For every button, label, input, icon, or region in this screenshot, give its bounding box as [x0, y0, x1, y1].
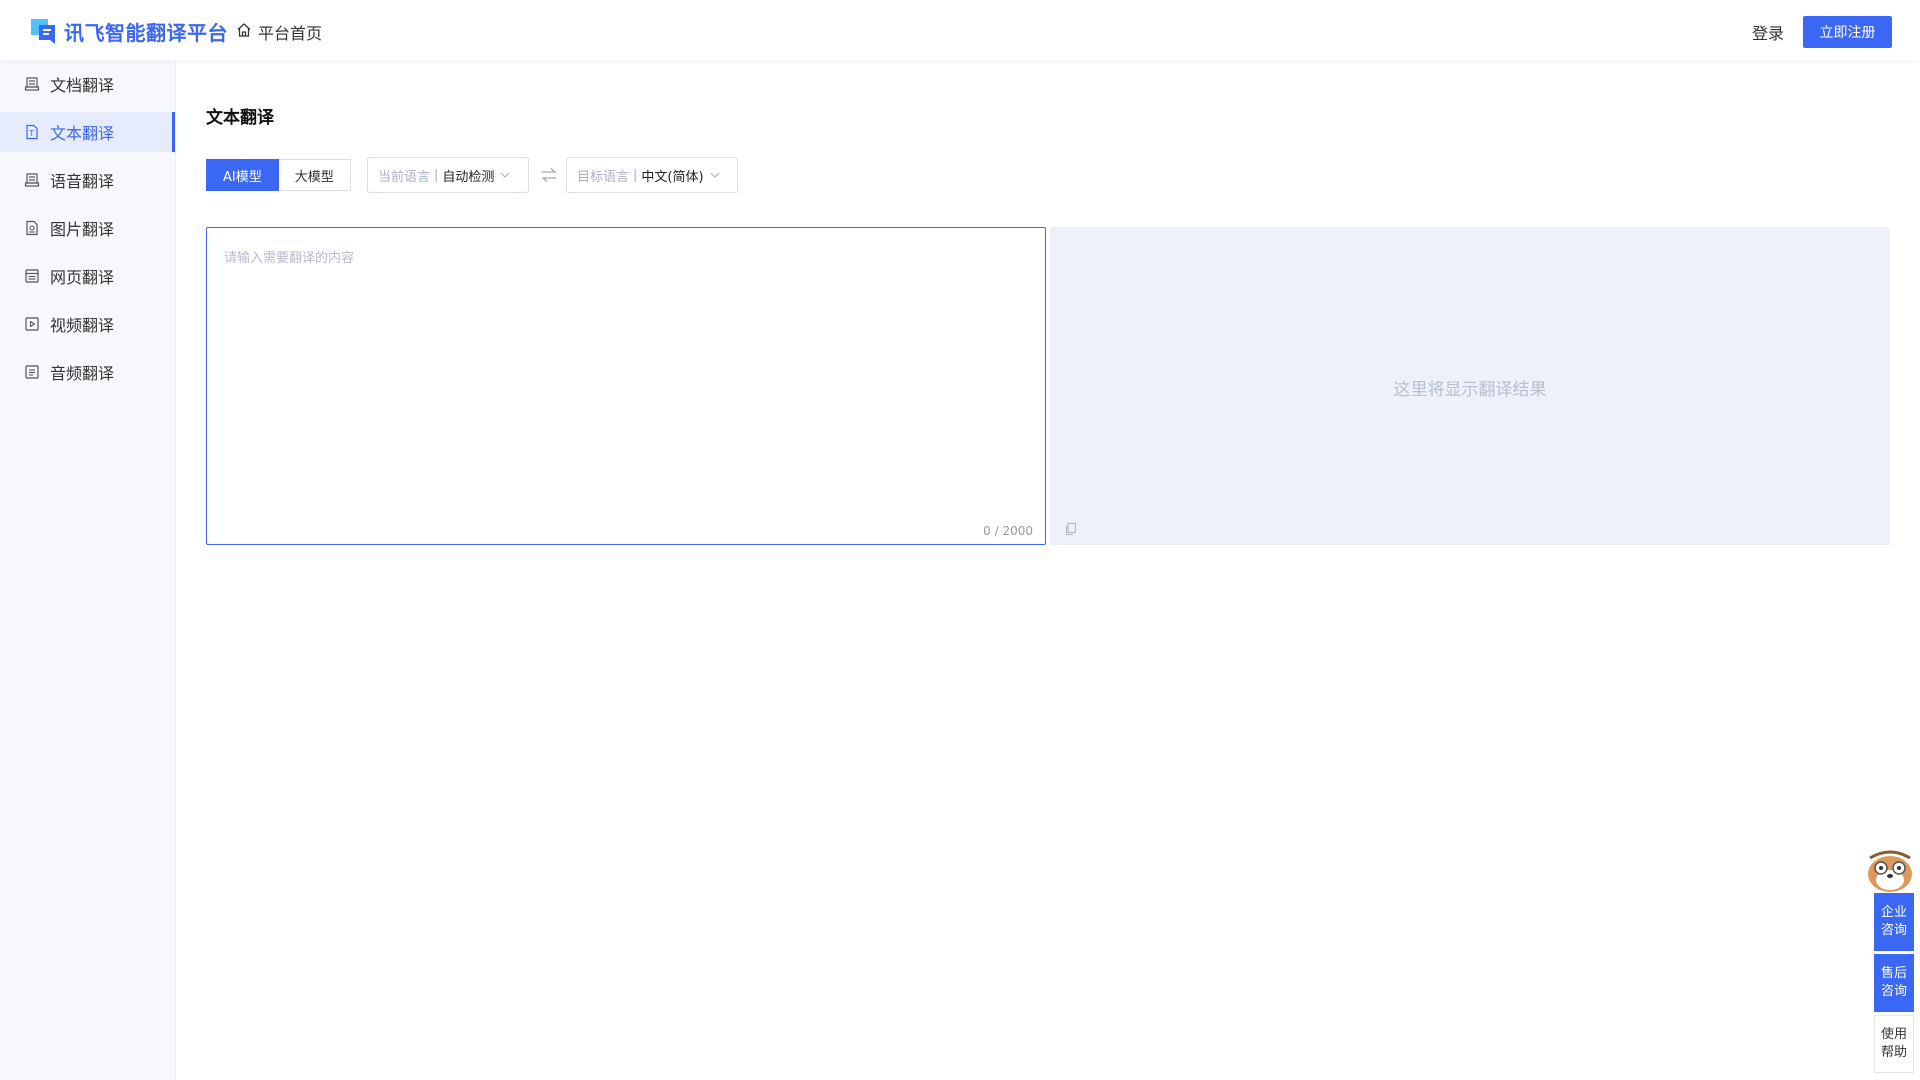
document-translate-icon [24, 76, 40, 92]
sidebar-item-label: 文本翻译 [50, 124, 115, 143]
chevron-down-icon [710, 171, 720, 179]
divider: | [633, 167, 638, 183]
after-sales-consult-button[interactable]: 售后咨询 [1874, 954, 1914, 1012]
target-language-value: 中文(简体) [641, 169, 704, 185]
swap-language-icon[interactable] [540, 167, 558, 183]
image-translate-icon [24, 220, 40, 236]
home-label: 平台首页 [258, 24, 323, 43]
home-link[interactable]: 平台首页 [236, 20, 322, 44]
sidebar-item-voice[interactable]: 语音翻译 [0, 160, 175, 200]
top-header: 讯飞智能翻译平台 平台首页 登录 立即注册 [0, 0, 1920, 60]
source-text-input[interactable] [222, 245, 1026, 509]
sidebar-item-text[interactable]: T 文本翻译 [0, 112, 175, 152]
tab-large-model[interactable]: 大模型 [278, 159, 351, 191]
target-language-select[interactable]: 目标语言 | 中文(简体) [566, 157, 738, 193]
sidebar-item-audio[interactable]: 音频翻译 [0, 352, 175, 392]
sidebar-item-label: 语音翻译 [50, 172, 115, 191]
target-language-label: 目标语言 [577, 169, 630, 185]
sidebar-item-document[interactable]: 文档翻译 [0, 64, 175, 104]
source-text-box: 0 / 2000 [206, 227, 1046, 545]
output-placeholder: 这里将显示翻译结果 [1393, 380, 1547, 400]
home-icon [236, 22, 258, 42]
copy-icon[interactable] [1064, 521, 1078, 536]
login-link[interactable]: 登录 [1752, 20, 1784, 44]
platform-logo[interactable]: 讯飞智能翻译平台 [28, 16, 228, 46]
translation-output-box: 这里将显示翻译结果 [1050, 227, 1890, 545]
logo-icon [28, 16, 58, 46]
sidebar-item-image[interactable]: 图片翻译 [0, 208, 175, 248]
page-title: 文本翻译 [206, 108, 274, 128]
sidebar-item-label: 视频翻译 [50, 316, 115, 335]
sidebar-item-label: 文档翻译 [50, 76, 115, 95]
source-language-label: 当前语言 [378, 169, 431, 185]
enterprise-consult-button[interactable]: 企业咨询 [1874, 893, 1914, 951]
character-counter: 0 / 2000 [983, 524, 1033, 538]
sidebar-item-label: 网页翻译 [50, 268, 115, 287]
sidebar-item-label: 音频翻译 [50, 364, 115, 383]
voice-translate-icon [24, 172, 40, 188]
tab-ai-model[interactable]: AI模型 [206, 159, 279, 191]
sidebar: 文档翻译 T 文本翻译 语音翻译 图片翻译 网页翻译 视频翻译 音频翻译 [0, 60, 176, 1080]
video-translate-icon [24, 316, 40, 332]
svg-text:T: T [28, 129, 34, 138]
chevron-down-icon [500, 171, 510, 179]
sidebar-item-label: 图片翻译 [50, 220, 115, 239]
audio-translate-icon [24, 364, 40, 380]
sidebar-item-video[interactable]: 视频翻译 [0, 304, 175, 344]
register-button[interactable]: 立即注册 [1803, 16, 1892, 48]
source-language-select[interactable]: 当前语言 | 自动检测 [367, 157, 529, 193]
logo-text: 讯飞智能翻译平台 [64, 20, 228, 45]
source-language-value: 自动检测 [442, 169, 495, 185]
web-translate-icon [24, 268, 40, 284]
sidebar-item-web[interactable]: 网页翻译 [0, 256, 175, 296]
divider: | [434, 167, 439, 183]
model-tabs: AI模型 大模型 [206, 159, 351, 191]
text-translate-icon: T [24, 124, 40, 140]
mascot-icon[interactable] [1862, 844, 1918, 894]
usage-help-button[interactable]: 使用帮助 [1874, 1015, 1914, 1073]
